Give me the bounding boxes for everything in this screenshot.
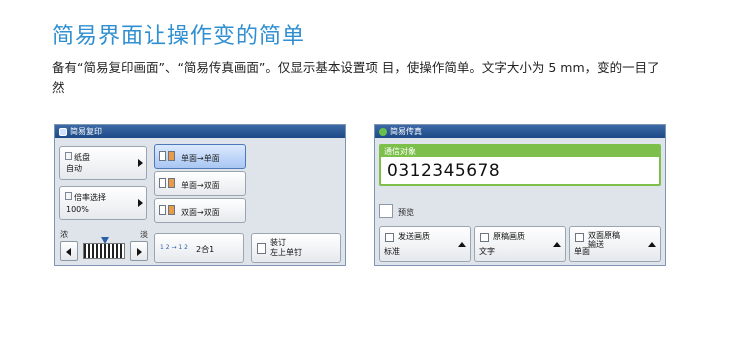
send-quality-button[interactable]: 发送画质 标准 [379, 226, 471, 262]
duplex-2-2-icon [159, 205, 177, 216]
duplex-original-label: 双面原稿 输送 [588, 231, 620, 249]
arrow-right-icon [137, 248, 142, 256]
duplex-original-value: 单面 [574, 247, 590, 256]
ratio-label: 倍率选择 [74, 193, 106, 202]
nup-button[interactable]: 1 2 → 1 2 2合1 [154, 233, 244, 263]
description-text: 备有“简易复印画面”、“简易传真画面”。仅显示基本设置项 目，使操作简单。文字大… [52, 60, 660, 95]
fax-panel-title: 简易传真 [390, 127, 422, 136]
preview-label: 预览 [398, 208, 414, 217]
chevron-up-icon [553, 242, 561, 247]
density-control: 浓 淡 [60, 229, 148, 263]
arrow-left-icon [66, 248, 71, 256]
chevron-up-icon [458, 242, 466, 247]
density-light-label: 淡 [140, 230, 148, 239]
copy-titlebar: 简易复印 [55, 125, 345, 138]
fax-icon [379, 127, 387, 136]
duplex-option-1-1[interactable]: 单面→单面 [154, 144, 246, 169]
document-icon [480, 233, 489, 242]
chevron-right-icon [138, 199, 143, 207]
staple-button[interactable]: 装订 左上单钉 [251, 233, 341, 263]
send-quality-value: 标准 [384, 247, 400, 256]
chevron-right-icon [138, 159, 143, 167]
chevron-up-icon [648, 242, 656, 247]
density-scale [83, 243, 125, 259]
simple-fax-panel: 简易传真 通信对象 0312345678 预览 发送画质 标准 原稿画质 文字 … [374, 124, 666, 266]
paper-value: 自动 [66, 164, 82, 173]
duplex-original-button[interactable]: 双面原稿 输送 单面 [569, 226, 661, 262]
duplex-option-label: 单面→双面 [181, 181, 220, 190]
ratio-button[interactable]: 倍率选择 100% [59, 186, 147, 220]
density-dark-label: 浓 [60, 230, 68, 239]
nup-label: 2合1 [196, 245, 215, 254]
duplex-1-1-icon [159, 151, 177, 162]
paper-icon [65, 152, 72, 160]
simple-copy-panel: 简易复印 纸盘 自动 倍率选择 100% 单面→单面 单面→双面 双面→双面 浓… [54, 124, 346, 266]
ratio-icon [65, 192, 72, 200]
copy-panel-title: 简易复印 [70, 127, 102, 136]
duplex-document-icon [575, 233, 584, 242]
duplex-option-group: 单面→单面 单面→双面 双面→双面 [154, 144, 246, 223]
original-quality-label: 原稿画质 [493, 232, 525, 241]
recipient-field[interactable]: 通信对象 0312345678 [379, 144, 661, 186]
density-decrease-button[interactable] [60, 241, 78, 261]
copy-icon [59, 127, 67, 136]
recipient-field-label: 通信对象 [381, 146, 659, 157]
paper-label: 纸盘 [74, 153, 90, 162]
page-title: 简易界面让操作变的简单 [52, 24, 306, 49]
duplex-1-2-icon [159, 178, 177, 189]
original-quality-value: 文字 [479, 247, 495, 256]
paper-tray-button[interactable]: 纸盘 自动 [59, 146, 147, 180]
magnifier-icon [385, 233, 394, 242]
staple-label: 装订 左上单钉 [270, 238, 302, 257]
send-quality-label: 发送画质 [398, 232, 430, 241]
recipient-number: 0312345678 [387, 161, 501, 181]
staple-icon [257, 243, 266, 254]
fax-titlebar: 简易传真 [375, 125, 665, 138]
ratio-value: 100% [66, 205, 89, 214]
duplex-option-1-2[interactable]: 单面→双面 [154, 171, 246, 196]
original-quality-button[interactable]: 原稿画质 文字 [474, 226, 566, 262]
preview-checkbox[interactable] [379, 204, 393, 218]
density-increase-button[interactable] [130, 241, 148, 261]
nup-icon: 1 2 → 1 2 [160, 244, 188, 251]
duplex-option-2-2[interactable]: 双面→双面 [154, 198, 246, 223]
density-marker-icon [101, 237, 109, 244]
duplex-option-label: 单面→单面 [181, 154, 220, 163]
duplex-option-label: 双面→双面 [181, 208, 220, 217]
